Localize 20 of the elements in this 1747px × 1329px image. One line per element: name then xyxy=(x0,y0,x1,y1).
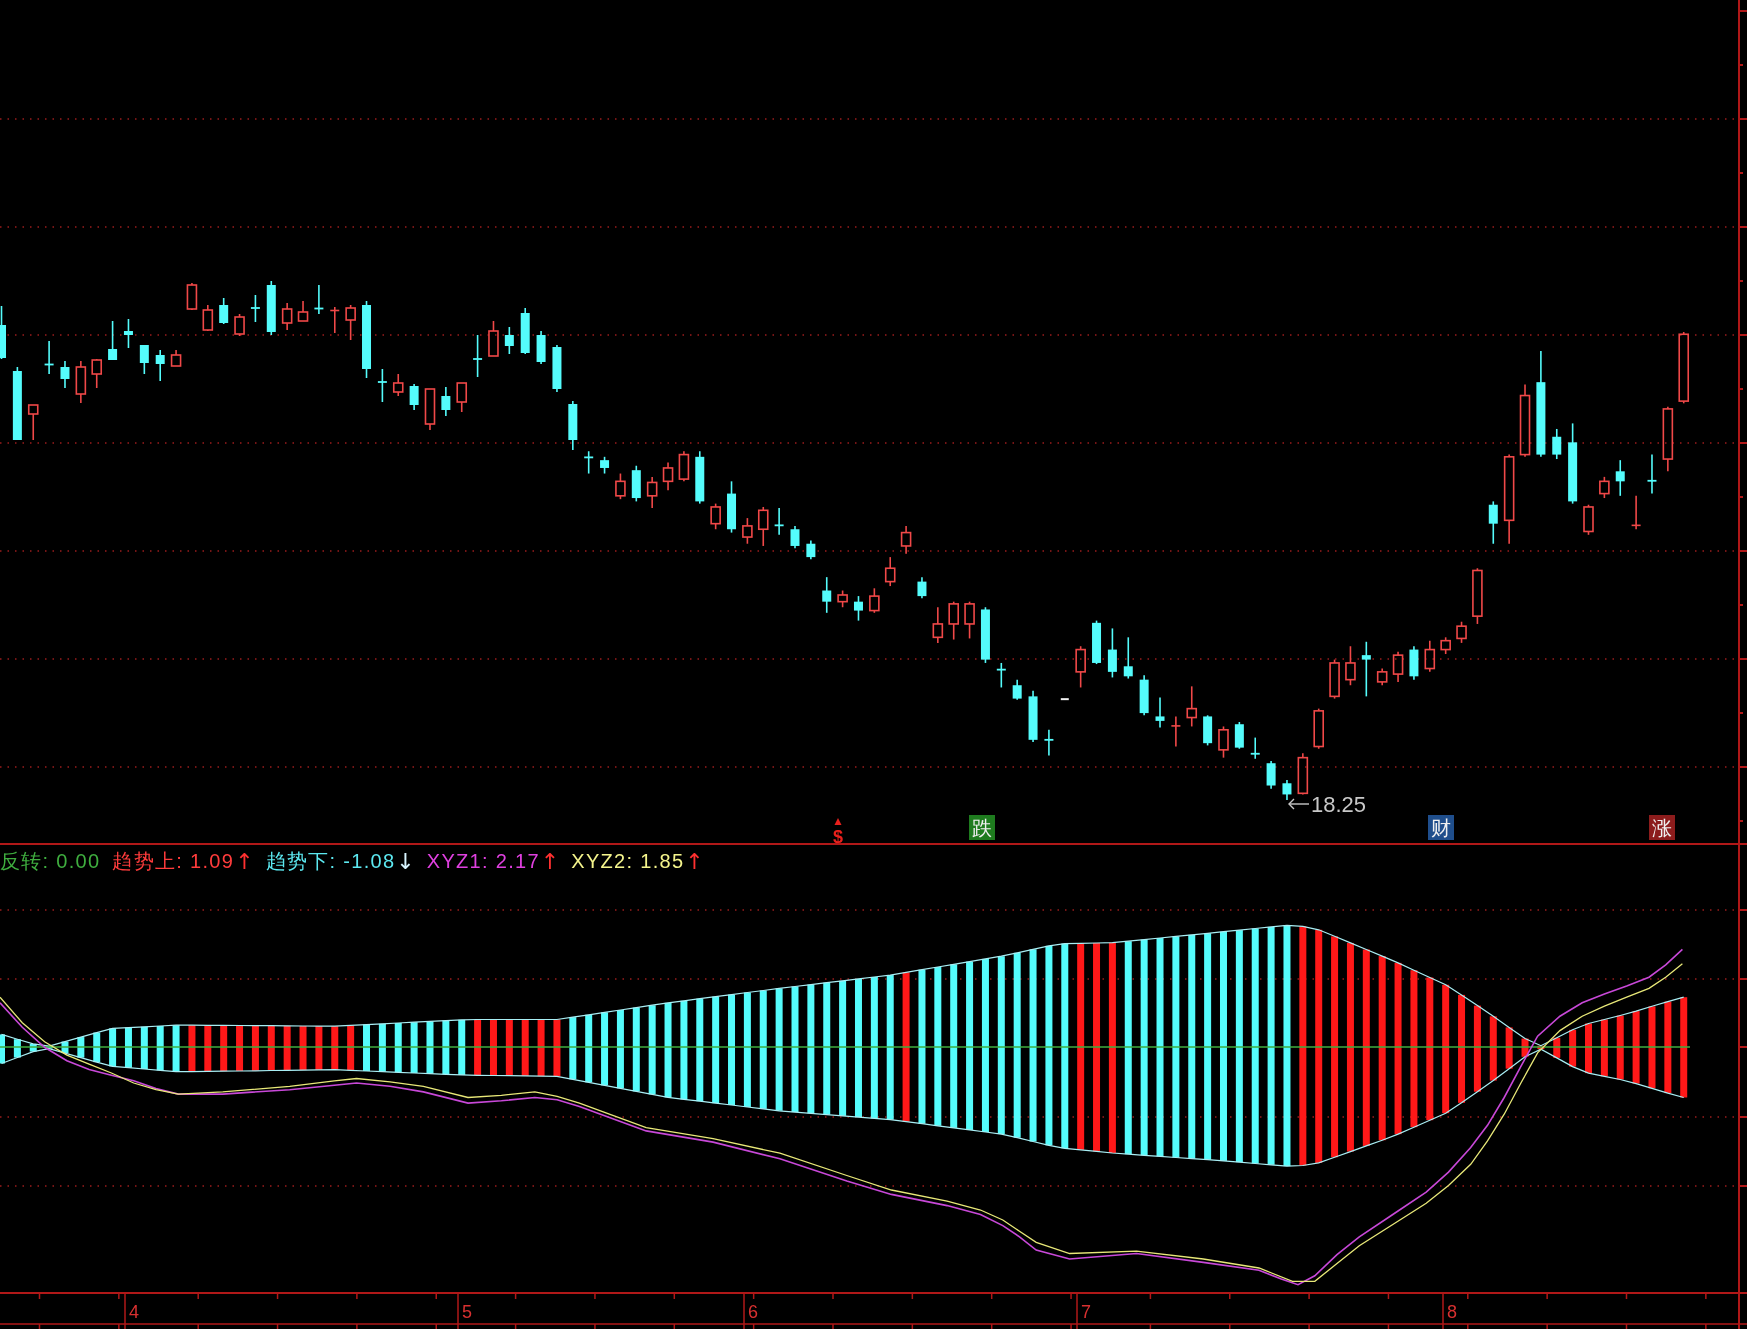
flat-candlestick xyxy=(1059,698,1070,701)
trend-arrow: ↑ xyxy=(540,848,560,874)
legend-value: XYZ1: 2.17 xyxy=(426,849,540,873)
leader-arrow xyxy=(1288,798,1310,810)
price-label: 18.25 xyxy=(1311,792,1367,817)
axis-label: 7 xyxy=(1081,1302,1091,1322)
trend-arrow: ↑ xyxy=(685,848,704,874)
legend-value: XYZ2: 1.85 xyxy=(571,849,685,873)
axis-label: 6 xyxy=(748,1302,758,1322)
legend-value: 趋势上: 1.09 xyxy=(112,848,235,874)
signal-tag: 涨 xyxy=(1649,815,1675,840)
signal-tag: 跌 xyxy=(969,815,995,840)
axis-label: 5 xyxy=(462,1302,472,1322)
axis-label: 8 xyxy=(1447,1302,1457,1322)
trend-arrow: ↑ xyxy=(235,848,254,874)
signal-tag: 财 xyxy=(1428,815,1454,840)
trend-arrow: ↓ xyxy=(396,848,415,874)
axis-label: 4 xyxy=(129,1302,139,1322)
legend-value: 趋势下: -1.08 xyxy=(265,848,396,874)
legend-value: 反转: 0.00 xyxy=(0,848,101,874)
